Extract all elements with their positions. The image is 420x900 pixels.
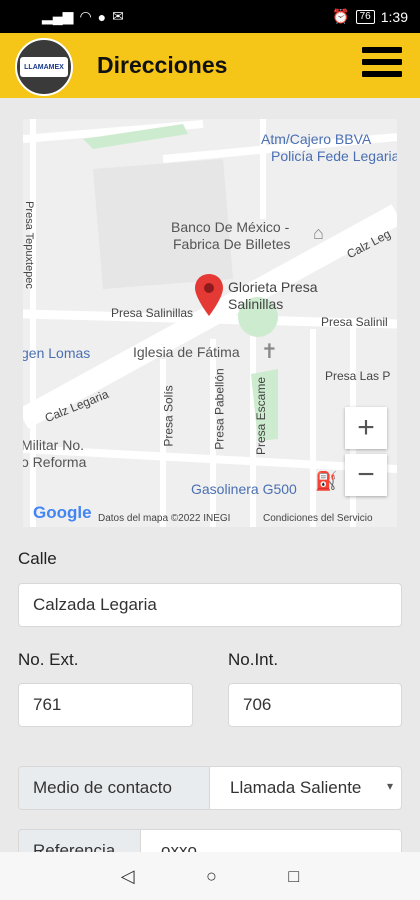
map-label-policia: Policía Fede Legaria bbox=[271, 148, 397, 164]
map-attribution: Datos del mapa ©2022 INEGI bbox=[98, 513, 231, 524]
zoom-in-button[interactable]: + bbox=[345, 407, 387, 449]
menu-bar-icon bbox=[362, 47, 402, 53]
map-label-tepuxtepec: Presa Tepuxtepec bbox=[23, 201, 35, 289]
map-label-militar-2: o Reforma bbox=[23, 454, 87, 470]
map-label-presa-pabellon: Presa Pabellón bbox=[212, 368, 227, 450]
home-button[interactable]: ○ bbox=[206, 866, 217, 887]
no-int-label: No.Int. bbox=[228, 650, 279, 669]
map-label-presa-solis: Presa Solís bbox=[161, 385, 176, 447]
menu-bar-icon bbox=[362, 71, 402, 77]
location-pin-icon[interactable] bbox=[195, 274, 223, 316]
map-view[interactable]: Atm/Cajero BBVA Policía Fede Legaria Ban… bbox=[23, 119, 397, 527]
medio-contacto-group: Medio de contacto Llamada Saliente ▾ bbox=[18, 766, 402, 810]
no-ext-input[interactable]: 761 bbox=[18, 683, 193, 727]
alarm-icon: ⏰ bbox=[332, 8, 350, 24]
signal-icon: ▂▄▆ bbox=[42, 8, 74, 24]
no-ext-label: No. Ext. bbox=[18, 650, 79, 669]
wifi-icon: ◠ bbox=[79, 8, 92, 24]
mail-icon: ✉ bbox=[112, 8, 124, 24]
map-label-gasolinera: Gasolinera G500 bbox=[191, 481, 297, 497]
calle-input[interactable]: Calzada Legaria bbox=[18, 583, 402, 627]
status-bar: ▂▄▆ ◠ ● ✉ ⏰ 76 1:39 bbox=[0, 0, 420, 33]
map-label-presa-escame: Presa Escame bbox=[254, 376, 269, 456]
recent-apps-button[interactable]: □ bbox=[288, 866, 299, 887]
calle-label: Calle bbox=[18, 549, 57, 568]
map-label-iglesia: Iglesia de Fátima bbox=[133, 344, 240, 360]
google-logo: Google bbox=[33, 503, 92, 522]
map-terms-link[interactable]: Condiciones del Servicio bbox=[263, 513, 373, 524]
status-icons-left: ▂▄▆ ◠ ● ✉ bbox=[42, 8, 124, 25]
status-icons-right: ⏰ 76 1:39 bbox=[332, 8, 408, 25]
notification-icon: ● bbox=[97, 8, 107, 25]
status-time: 1:39 bbox=[380, 8, 408, 25]
map-label-presa-las: Presa Las P bbox=[325, 369, 391, 383]
map-label-banco-2: Fabrica De Billetes bbox=[173, 236, 291, 252]
android-nav-bar: ◁ ○ □ bbox=[0, 852, 420, 900]
no-int-input[interactable]: 706 bbox=[228, 683, 402, 727]
map-label-presa-salinillas-left: Presa Salinillas bbox=[111, 306, 194, 320]
map-label-banco-1: Banco De México - bbox=[171, 219, 290, 235]
bank-icon: ⌂ bbox=[313, 223, 324, 243]
zoom-out-button[interactable]: − bbox=[345, 454, 387, 496]
medio-contacto-label: Medio de contacto bbox=[19, 767, 210, 809]
app-header: LLAMAMEX Direcciones bbox=[0, 33, 420, 98]
map-label-glorieta-2: Salinillas bbox=[228, 296, 284, 312]
back-button[interactable]: ◁ bbox=[121, 866, 135, 887]
app-logo[interactable]: LLAMAMEX bbox=[15, 38, 73, 96]
chevron-down-icon: ▾ bbox=[386, 779, 393, 793]
medio-contacto-select[interactable]: Llamada Saliente ▾ bbox=[210, 767, 401, 809]
hamburger-menu-button[interactable] bbox=[362, 47, 402, 83]
battery-level: 76 bbox=[355, 9, 375, 24]
map-label-militar-1: Militar No. bbox=[23, 437, 85, 453]
map-label-presa-salinillas-right: Presa Salinil bbox=[321, 315, 388, 329]
map-label-gen-lomas: gen Lomas bbox=[23, 345, 91, 361]
gas-station-icon: ⛽ bbox=[315, 471, 338, 491]
medio-contacto-value: Llamada Saliente bbox=[230, 778, 362, 797]
church-icon: ✝ bbox=[261, 341, 278, 363]
map-label-atm: Atm/Cajero BBVA bbox=[261, 131, 372, 147]
menu-bar-icon bbox=[362, 59, 402, 65]
logo-text: LLAMAMEX bbox=[20, 57, 68, 77]
page-title: Direcciones bbox=[97, 52, 228, 78]
map-label-glorieta-1: Glorieta Presa bbox=[228, 279, 318, 295]
